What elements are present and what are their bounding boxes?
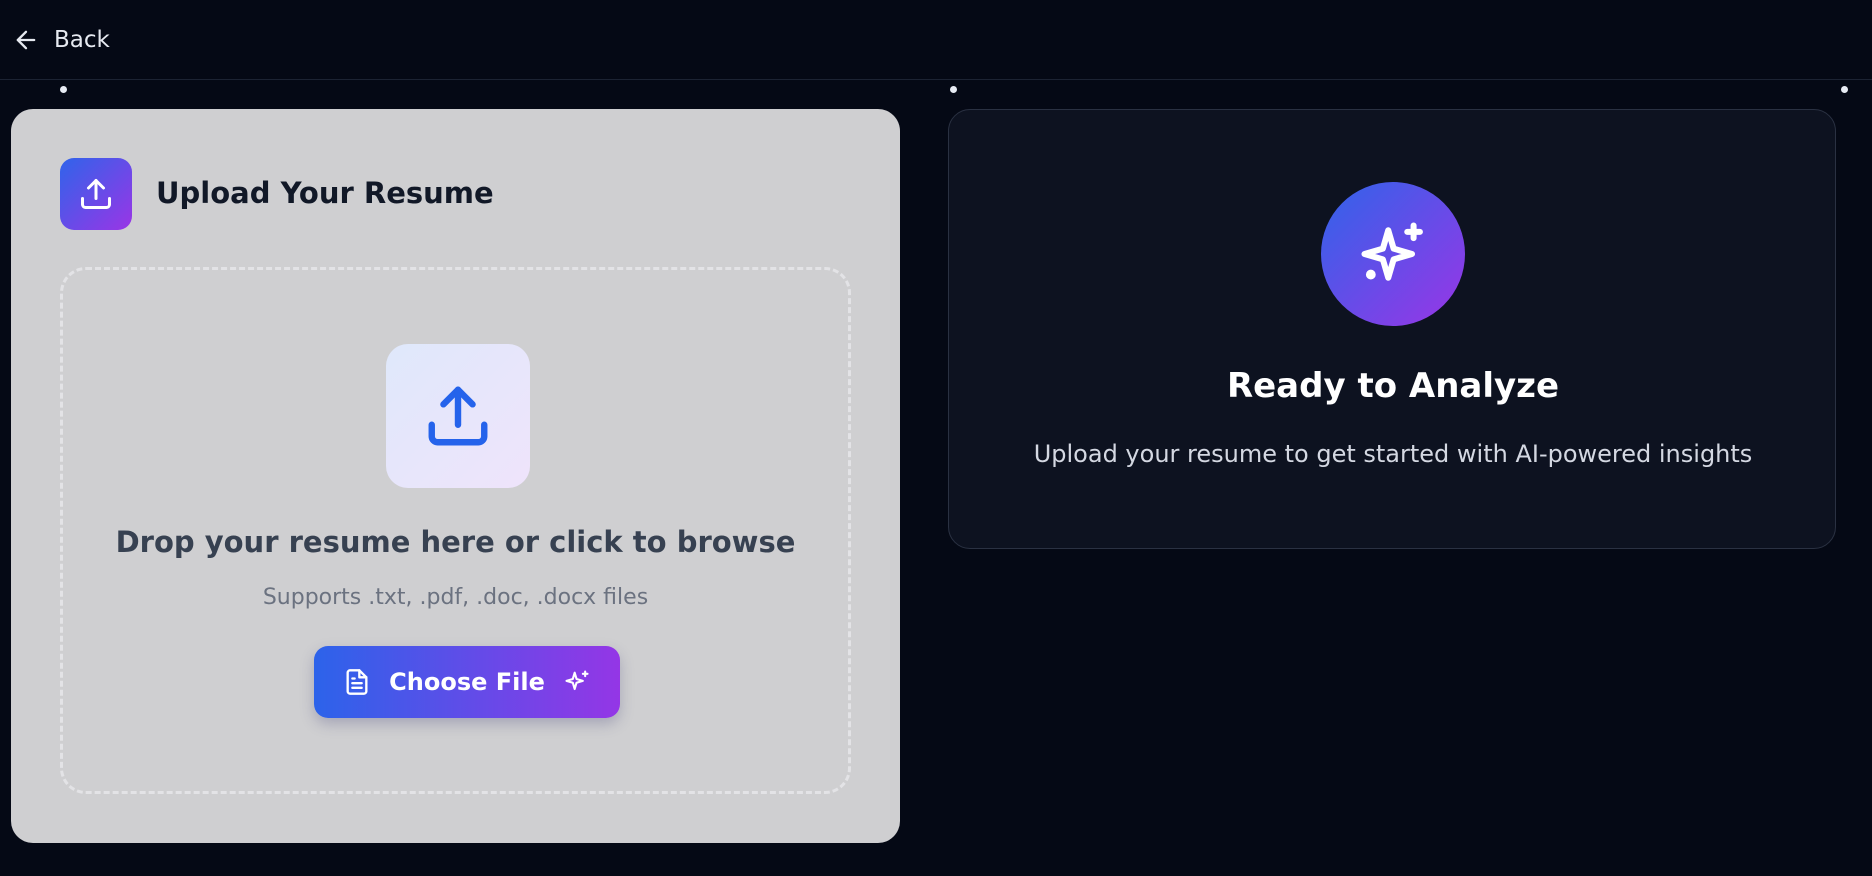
file-text-icon (346, 669, 368, 695)
dropzone-upload-icon (386, 344, 530, 488)
supported-formats: Supports .txt, .pdf, .doc, .docx files (262, 585, 649, 610)
analyze-card: Ready to Analyze Upload your resume to g… (948, 109, 1836, 549)
choose-file-label: Choose File (389, 668, 545, 696)
top-bar: Back (0, 0, 1872, 80)
sparkles-icon (565, 670, 589, 691)
sparkles-icon (1321, 182, 1465, 326)
arrow-left-icon (16, 30, 36, 50)
analyze-title: Ready to Analyze (1226, 366, 1560, 406)
decorative-dot (60, 86, 67, 93)
choose-file-button[interactable]: Choose File (314, 646, 620, 718)
dropzone-instruction: Drop your resume here or click to browse (115, 525, 796, 559)
back-button[interactable]: Back (12, 22, 110, 58)
upload-icon (60, 158, 132, 230)
back-label: Back (54, 27, 110, 53)
resume-dropzone[interactable]: Drop your resume here or click to browse… (60, 267, 851, 794)
decorative-dot (1841, 86, 1848, 93)
decorative-dot (950, 86, 957, 93)
upload-card: Upload Your Resume Drop your resume here… (11, 109, 900, 843)
analyze-subtitle: Upload your resume to get started with A… (1033, 440, 1753, 468)
upload-title: Upload Your Resume (156, 176, 494, 210)
